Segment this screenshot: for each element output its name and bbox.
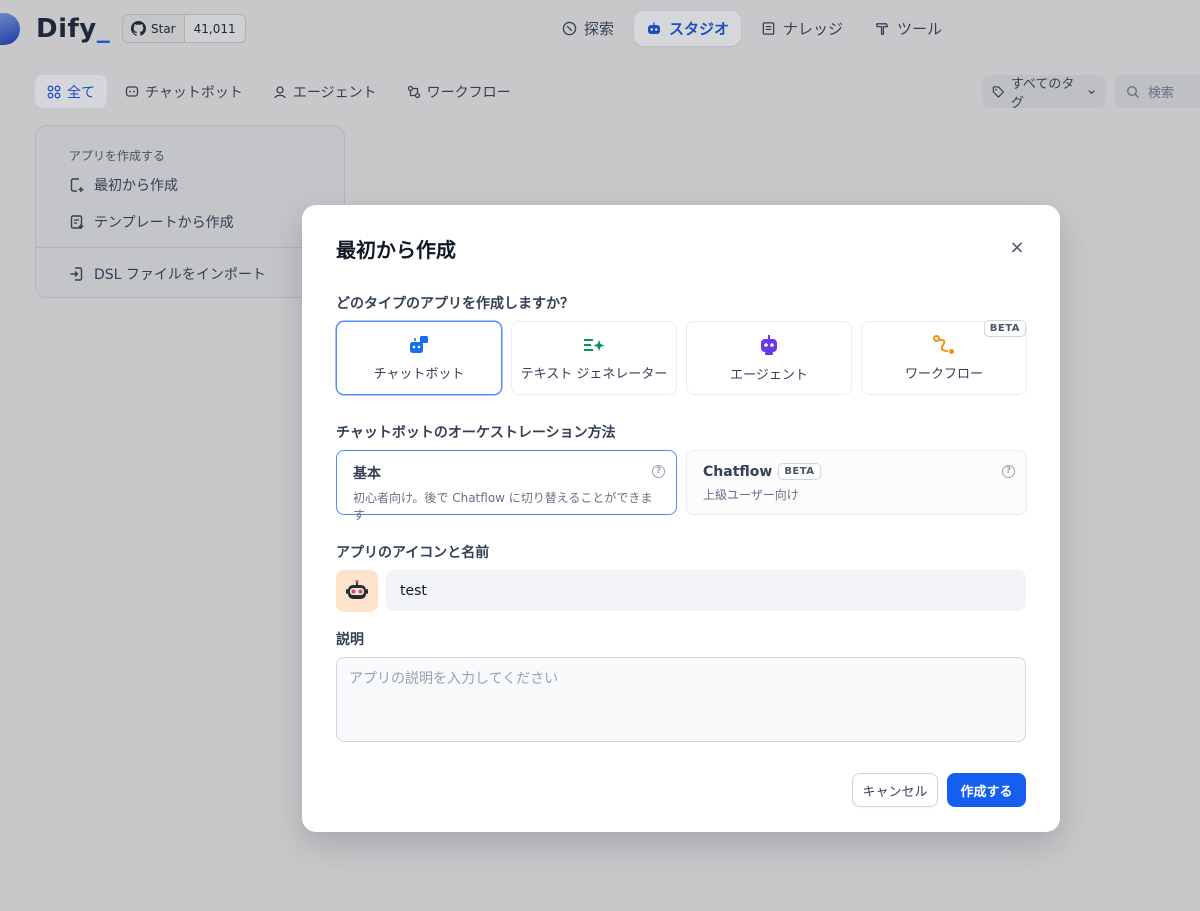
icon-name-label: アプリのアイコンと名前	[336, 545, 490, 561]
app-type-chatbot[interactable]: チャットボット	[336, 321, 502, 395]
github-star-label: Star	[151, 21, 176, 36]
brand-name: Dify	[36, 14, 97, 44]
file-plus-icon	[70, 178, 84, 192]
nav-knowledge-label: ナレッジ	[783, 20, 844, 38]
create-button[interactable]: 作成する	[947, 773, 1026, 807]
search-icon	[1126, 85, 1139, 98]
orchestration-options: 基本 初心者向け。後で Chatflow に切り替えることができます ? Cha…	[336, 450, 1027, 522]
dify-logo[interactable]: Dify_	[0, 12, 110, 46]
filter-tab-workflow[interactable]: ワークフロー	[395, 75, 523, 108]
nav-tools-label: ツール	[897, 20, 943, 38]
create-card-divider	[36, 247, 344, 248]
app-type-agent[interactable]: エージェント	[686, 321, 852, 395]
brand-underscore: _	[96, 14, 111, 44]
create-from-scratch-link[interactable]: 最初から作成	[69, 175, 178, 195]
import-dsl-label: DSL ファイルをインポート	[94, 267, 266, 283]
top-header: Dify_ Star 41,011 探索 スタジオ ナレッジ ツール	[0, 0, 1200, 58]
orchestration-basic[interactable]: 基本 初心者向け。後で Chatflow に切り替えることができます ?	[336, 450, 677, 522]
filter-tab-chatbot[interactable]: チャットボット	[113, 75, 255, 108]
tag-filter-dropdown[interactable]: すべてのタグ	[982, 75, 1106, 111]
app-type-chatbot-label: チャットボット	[373, 366, 465, 382]
nav-knowledge[interactable]: ナレッジ	[749, 11, 855, 46]
file-template-icon	[70, 215, 84, 229]
cancel-button[interactable]: キャンセル	[852, 773, 938, 807]
nav-explore[interactable]: 探索	[550, 11, 626, 46]
github-star-button[interactable]: Star	[122, 14, 185, 43]
create-from-template-link[interactable]: テンプレートから作成	[69, 212, 234, 232]
orchestration-label: チャットボットのオーケストレーション方法	[336, 425, 616, 441]
orchestration-chatflow[interactable]: Chatflow BETA 上級ユーザー向け ?	[686, 450, 1027, 515]
search-placeholder: 検索	[1148, 86, 1175, 101]
app-type-agent-label: エージェント	[730, 367, 808, 383]
github-star-widget[interactable]: Star 41,011	[122, 14, 246, 43]
app-type-text-generator[interactable]: テキスト ジェネレーター	[511, 321, 677, 395]
create-from-template-label: テンプレートから作成	[94, 215, 234, 231]
nav-studio-label: スタジオ	[669, 20, 730, 38]
workflow-icon	[933, 334, 954, 354]
search-input[interactable]: 検索	[1114, 75, 1200, 108]
github-star-count[interactable]: 41,011	[184, 14, 246, 43]
workflow-beta-badge: BETA	[983, 320, 1026, 337]
chat-bubble-icon	[125, 85, 139, 97]
description-label: 説明	[336, 632, 364, 648]
app-description-textarea[interactable]	[336, 657, 1026, 742]
app-type-workflow[interactable]: BETA ワークフロー	[861, 320, 1027, 395]
modal-title: 最初から作成	[336, 238, 456, 262]
github-icon	[131, 21, 146, 36]
workflow-icon	[407, 85, 420, 98]
chevron-down-icon	[1088, 89, 1095, 94]
create-app-modal: 最初から作成 × どのタイプのアプリを作成しますか？ チャットボット テキスト …	[302, 205, 1060, 832]
app-type-workflow-label: ワークフロー	[904, 366, 983, 382]
chatflow-beta-badge: BETA	[778, 463, 821, 480]
help-circle-icon[interactable]: ?	[652, 465, 665, 478]
compass-icon	[562, 21, 577, 36]
robot-icon	[648, 22, 661, 34]
robot-emoji-icon	[346, 580, 368, 599]
app-type-options: チャットボット テキスト ジェネレーター エージェント BETA ワークフロー	[336, 320, 1027, 395]
filter-tab-agent[interactable]: エージェント	[261, 75, 389, 108]
import-dsl-link[interactable]: DSL ファイルをインポート	[69, 264, 266, 284]
close-icon[interactable]: ×	[1007, 237, 1027, 258]
filter-tab-agent-label: エージェント	[292, 84, 377, 101]
create-app-card: アプリを作成する 最初から作成 テンプレートから作成 DSL ファイルをインポー…	[35, 125, 345, 298]
logo-mark-icon	[0, 13, 20, 45]
orchestration-basic-title: 基本	[353, 466, 381, 482]
nav-explore-label: 探索	[584, 20, 615, 38]
help-circle-icon[interactable]: ?	[1002, 465, 1015, 478]
grid-icon	[47, 85, 61, 98]
filter-tab-all-label: 全て	[67, 84, 95, 101]
filter-tab-chatbot-label: チャットボット	[145, 84, 243, 101]
nav-studio[interactable]: スタジオ	[634, 11, 742, 46]
orchestration-chatflow-desc: 上級ユーザー向け	[703, 488, 799, 502]
filter-tab-all[interactable]: 全て	[35, 75, 107, 108]
file-import-icon	[70, 267, 83, 281]
create-app-card-title: アプリを作成する	[69, 149, 166, 163]
hammer-icon	[876, 23, 889, 35]
filter-tab-workflow-label: ワークフロー	[426, 84, 511, 101]
agent-icon	[761, 334, 777, 355]
app-type-filter-tabs: 全て チャットボット エージェント ワークフロー	[35, 75, 523, 108]
orchestration-chatflow-title: Chatflow	[703, 463, 773, 480]
agent-icon	[274, 85, 286, 98]
text-generator-icon	[584, 338, 605, 351]
logo-text: Dify_	[36, 14, 110, 44]
main-nav: 探索 スタジオ ナレッジ ツール	[550, 11, 954, 46]
orchestration-basic-desc: 初心者向け。後で Chatflow に切り替えることができます	[353, 491, 653, 522]
nav-tools[interactable]: ツール	[863, 11, 954, 46]
app-type-question: どのタイプのアプリを作成しますか？	[336, 296, 574, 312]
tag-filter-label: すべてのタグ	[1010, 76, 1075, 111]
create-from-scratch-label: 最初から作成	[94, 178, 178, 194]
app-type-text-generator-label: テキスト ジェネレーター	[520, 366, 668, 382]
book-icon	[762, 22, 775, 35]
app-icon-picker[interactable]	[336, 570, 378, 612]
tag-icon	[992, 85, 1005, 98]
app-name-input[interactable]	[386, 570, 1026, 611]
chatbot-icon	[410, 335, 428, 353]
